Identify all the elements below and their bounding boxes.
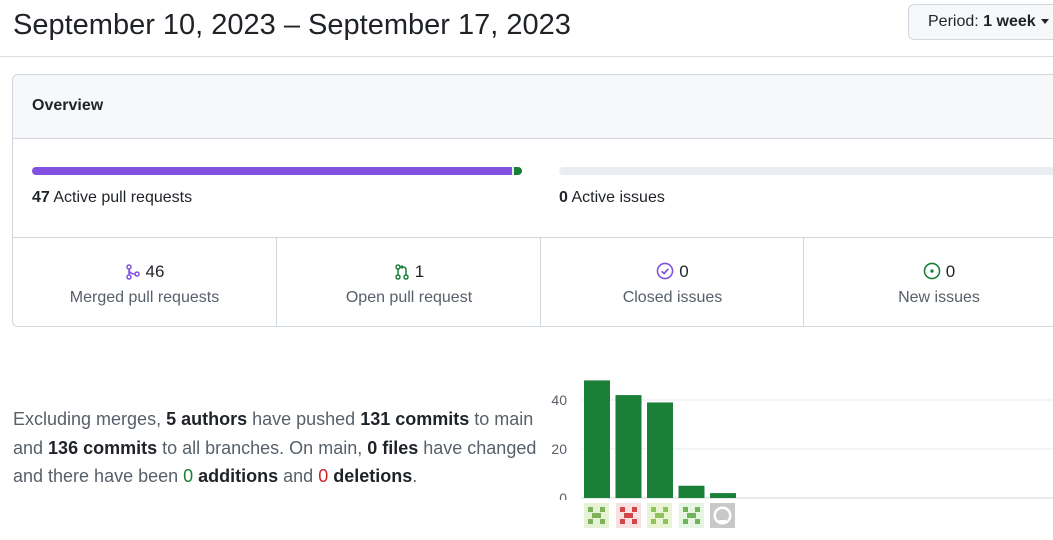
commit-summary: Excluding merges, 5 authors have pushed …: [13, 405, 558, 491]
stat-value: 0: [945, 262, 956, 281]
active-pr-count: 47: [32, 189, 50, 206]
stats-row: 46 Merged pull requests 1 Open pull requ…: [13, 237, 1053, 326]
y-tick-label: 0: [559, 490, 567, 500]
page-title: September 10, 2023 – September 17, 2023: [13, 9, 571, 41]
commit-bar[interactable]: [678, 485, 705, 498]
overview-header: Overview: [13, 75, 1053, 139]
period-value: 1 week: [983, 13, 1036, 30]
period-dropdown-button[interactable]: Period: 1 week: [908, 4, 1053, 40]
avatar-contributor-1[interactable]: [584, 503, 609, 528]
authors-count: 5 authors: [166, 409, 248, 429]
summary-text: Excluding merges,: [13, 409, 167, 429]
commit-bar[interactable]: [647, 402, 673, 498]
stat-merged-pull-requests[interactable]: 46 Merged pull requests: [13, 238, 276, 326]
commit-bar[interactable]: [615, 395, 642, 498]
active-issues-link[interactable]: 0 Active issues: [559, 189, 665, 207]
files-changed-count: 0 files: [367, 437, 419, 458]
commits-bar-chart: 0 20 40: [551, 380, 1053, 500]
overview-box: Overview 47 Active pull requests 0 Activ…: [12, 74, 1053, 327]
stat-value: 46: [145, 262, 165, 281]
y-tick-label: 40: [551, 392, 567, 408]
active-pr-label: Active pull requests: [53, 189, 193, 206]
issues-progress-bar: [559, 167, 1053, 175]
active-issues-label: Active issues: [571, 189, 665, 206]
commit-bar[interactable]: [710, 493, 736, 498]
summary-text: to all branches. On main,: [157, 437, 368, 458]
stat-label: Closed issues: [622, 289, 723, 306]
avatar-contributor-3[interactable]: [647, 503, 672, 528]
issue-closed-icon: [656, 262, 674, 280]
stat-label: Merged pull requests: [69, 289, 220, 306]
avatar-github-bot[interactable]: [710, 503, 735, 528]
stat-value: 1: [414, 262, 425, 281]
stat-label: Open pull request: [345, 289, 473, 306]
git-pull-request-icon: [395, 264, 409, 280]
all-commits-count: 136 commits: [48, 437, 158, 458]
issue-opened-icon: [923, 262, 941, 280]
open-pr-segment: [513, 167, 522, 175]
deletions-label: deletions: [328, 466, 413, 486]
pull-requests-progress-bar: [32, 167, 522, 175]
y-tick-label: 20: [551, 441, 567, 457]
additions-label: additions: [193, 466, 279, 486]
stat-closed-issues[interactable]: 0 Closed issues: [540, 238, 804, 326]
active-issues-count: 0: [559, 189, 568, 206]
page-header: September 10, 2023 – September 17, 2023 …: [0, 0, 1053, 57]
summary-text: have pushed: [247, 409, 361, 429]
stat-new-issues[interactable]: 0 New issues: [803, 238, 1053, 326]
active-pull-requests-link[interactable]: 47 Active pull requests: [32, 189, 192, 207]
summary-text: and: [278, 466, 319, 486]
caret-down-icon: [1040, 19, 1049, 25]
deletions-count: 0: [318, 466, 329, 486]
avatar-contributor-4[interactable]: [678, 503, 704, 528]
stat-open-pull-request[interactable]: 1 Open pull request: [276, 238, 541, 326]
stat-value: 0: [679, 262, 689, 281]
period-label: Period:: [928, 13, 979, 30]
commits-by-author-chart: 0 20 40: [540, 370, 1053, 540]
overview-title: Overview: [32, 97, 104, 114]
commit-bar[interactable]: [584, 380, 610, 498]
stat-label: New issues: [898, 289, 980, 306]
summary-text: .: [412, 466, 418, 486]
merged-pr-segment: [32, 167, 512, 175]
git-merge-icon: [125, 264, 140, 280]
avatar-contributor-2[interactable]: [615, 503, 641, 528]
main-commits-count: 131 commits: [360, 409, 470, 429]
additions-count: 0: [183, 466, 194, 486]
